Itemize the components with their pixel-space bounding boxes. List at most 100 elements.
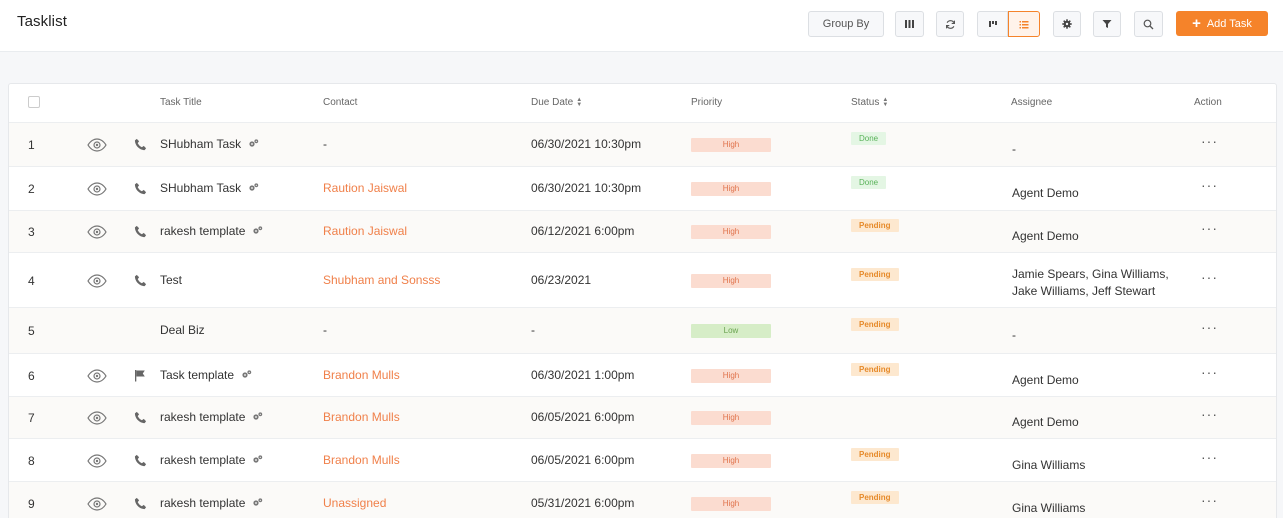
eye-icon[interactable] (87, 369, 107, 383)
refresh-button[interactable] (936, 11, 964, 37)
automation-icon (248, 138, 259, 149)
row-number: 5 (28, 324, 35, 338)
phone-icon (134, 182, 148, 196)
due-date-cell: 06/05/2021 6:00pm (531, 453, 635, 467)
col-status[interactable]: Status ▲ ▼ (851, 97, 888, 109)
phone-icon (134, 274, 148, 288)
row-number: 9 (28, 497, 35, 511)
flag-icon (134, 369, 148, 383)
task-title[interactable]: Test (160, 273, 182, 287)
task-title-text: Task template (160, 368, 235, 382)
table-row[interactable]: 8 rakesh template Brandon Mulls 06/05/2021 … (9, 438, 1276, 481)
row-number: 3 (28, 225, 35, 239)
col-contact: Contact (323, 97, 358, 108)
table-row[interactable]: 2 SHubham Task Raution Jaiswal 06/30/2021 1… (9, 166, 1276, 210)
task-title[interactable]: rakesh template (160, 410, 263, 424)
table-row[interactable]: 1 SHubham Task - 06/30/2021 10:30pm High Done… (9, 122, 1276, 166)
contact-cell[interactable]: Shubham and Sonsss (323, 273, 440, 287)
contact-cell[interactable]: Brandon Mulls (323, 368, 400, 382)
settings-button[interactable] (1053, 11, 1081, 37)
eye-icon[interactable] (87, 497, 107, 511)
eye-icon[interactable] (87, 411, 107, 425)
contact-cell[interactable]: Raution Jaiswal (323, 181, 407, 195)
status-badge: Pending (851, 318, 899, 331)
contact-cell[interactable]: Brandon Mulls (323, 410, 400, 424)
eye-icon[interactable] (87, 225, 107, 239)
contact-cell[interactable]: Unassigned (323, 496, 386, 510)
board-view-button[interactable] (977, 11, 1008, 37)
table-row[interactable]: 9 rakesh template Unassigned 05/31/2021 6:0… (9, 481, 1276, 518)
col-task-title: Task Title (160, 97, 202, 108)
group-by-label: Group By (822, 18, 870, 30)
task-title[interactable]: SHubham Task (160, 137, 259, 151)
group-by-button[interactable]: Group By (808, 11, 884, 37)
priority-badge: High (691, 411, 771, 425)
sort-icon: ▲ ▼ (576, 96, 583, 108)
kanban-icon (988, 20, 997, 27)
table-row[interactable]: 5 Deal Biz - - Low Pending - ··· (9, 307, 1276, 353)
row-actions-menu[interactable]: ··· (1201, 407, 1218, 421)
task-title[interactable]: rakesh template (160, 453, 263, 467)
due-date-cell: 06/05/2021 6:00pm (531, 410, 635, 424)
task-table: Task Title Contact Due Date ▲ ▼ Priority S… (8, 83, 1277, 518)
list-icon (1019, 20, 1029, 28)
task-title[interactable]: SHubham Task (160, 181, 259, 195)
assignee-cell: Gina Williams (1012, 458, 1086, 472)
due-date-cell: - (531, 323, 535, 337)
columns-button[interactable] (895, 11, 924, 37)
filter-button[interactable] (1093, 11, 1121, 37)
table-row[interactable]: 4 Test Shubham and Sonsss 06/23/2021 High Pen… (9, 252, 1276, 307)
filter-icon (1102, 20, 1112, 28)
task-title-text: SHubham Task (160, 181, 242, 195)
list-view-button[interactable] (1008, 11, 1040, 37)
phone-icon (134, 138, 148, 152)
add-task-button[interactable]: + Add Task (1176, 11, 1268, 36)
eye-icon[interactable] (87, 138, 107, 152)
row-actions-menu[interactable]: ··· (1201, 134, 1218, 148)
col-assignee: Assignee (1011, 97, 1053, 108)
eye-icon[interactable] (87, 274, 107, 288)
table-row[interactable]: 7 rakesh template Brandon Mulls 06/05/2021 … (9, 396, 1276, 438)
row-actions-menu[interactable]: ··· (1201, 493, 1218, 507)
row-actions-menu[interactable]: ··· (1201, 270, 1218, 284)
automation-icon (241, 369, 252, 380)
due-date-cell: 06/23/2021 (531, 273, 592, 287)
assignee-cell: Agent Demo (1012, 186, 1079, 200)
status-badge: Pending (851, 448, 899, 461)
task-title[interactable]: rakesh template (160, 224, 263, 238)
task-title[interactable]: rakesh template (160, 496, 263, 510)
eye-icon[interactable] (87, 454, 107, 468)
search-button[interactable] (1134, 11, 1163, 37)
row-actions-menu[interactable]: ··· (1201, 221, 1218, 235)
col-action: Action (1194, 97, 1222, 108)
select-all-checkbox[interactable] (28, 96, 40, 108)
status-badge: Pending (851, 491, 899, 504)
task-title[interactable]: Deal Biz (160, 323, 205, 337)
col-due-date[interactable]: Due Date ▲ ▼ (531, 96, 583, 109)
eye-icon[interactable] (87, 182, 107, 196)
task-title-text: rakesh template (160, 453, 246, 467)
plus-icon: + (1192, 15, 1201, 32)
table-row[interactable]: 3 rakesh template Raution Jaiswal 06/12/202… (9, 210, 1276, 252)
priority-badge: High (691, 274, 771, 288)
contact-cell[interactable]: Brandon Mulls (323, 453, 400, 467)
row-actions-menu[interactable]: ··· (1201, 320, 1218, 334)
row-actions-menu[interactable]: ··· (1201, 178, 1218, 192)
priority-badge: High (691, 225, 771, 239)
task-title[interactable]: Task template (160, 368, 252, 382)
phone-icon (134, 225, 148, 239)
contact-cell[interactable]: Raution Jaiswal (323, 224, 407, 238)
assignee-cell: - (1012, 328, 1016, 342)
task-title-text: Test (160, 273, 183, 287)
status-badge: Done (851, 132, 887, 145)
table-row[interactable]: 6 Task template Brandon Mulls 06/30/2021 1:… (9, 353, 1276, 396)
row-actions-menu[interactable]: ··· (1201, 365, 1218, 379)
row-actions-menu[interactable]: ··· (1201, 450, 1218, 464)
automation-icon (252, 497, 263, 508)
row-number: 8 (28, 454, 35, 468)
phone-icon (134, 497, 148, 511)
col-priority: Priority (691, 97, 723, 108)
assignee-cell: - (1012, 142, 1016, 156)
due-date-cell: 06/30/2021 1:00pm (531, 368, 635, 382)
priority-badge: High (691, 182, 771, 196)
